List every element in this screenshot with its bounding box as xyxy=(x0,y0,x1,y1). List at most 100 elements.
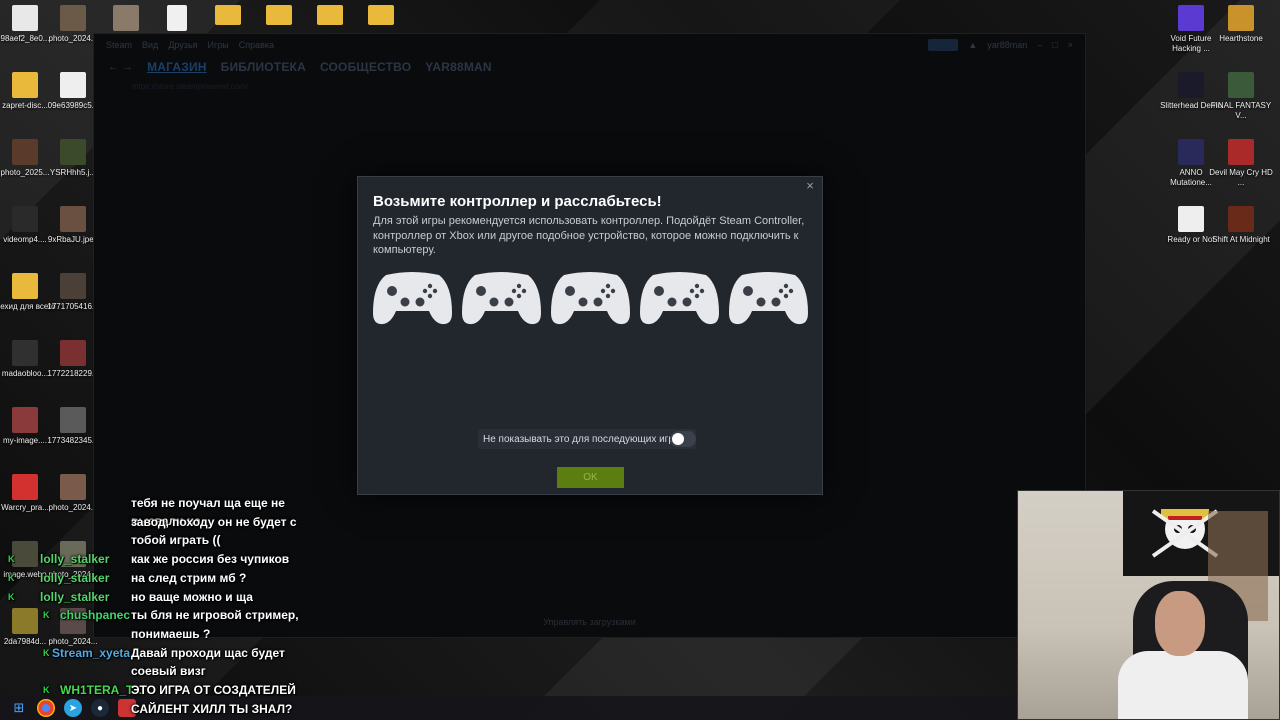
chat-text: ЭТО ИГРА ОТ СОЗДАТЕЛЕЙ xyxy=(131,683,296,697)
chat-text: на след стрим мб ? xyxy=(131,570,247,585)
chat-message: завод, походу он не будет с xyxy=(0,513,330,531)
webcam-feed xyxy=(1017,490,1280,720)
nav-community[interactable]: СООБЩЕСТВО xyxy=(320,60,411,74)
file-thumbnail-icon xyxy=(60,273,86,299)
menu-help[interactable]: Справка xyxy=(239,40,274,50)
minimize-icon[interactable]: – xyxy=(1037,40,1042,50)
nav-store[interactable]: МАГАЗИН xyxy=(147,60,207,74)
chat-text: но ваще можно и ща xyxy=(131,589,253,604)
file-thumbnail-icon xyxy=(60,340,86,366)
game-icon xyxy=(1228,139,1254,165)
chat-text: соевый визг xyxy=(131,664,206,679)
dualshock-controller-icon xyxy=(640,272,719,325)
dialog-description: Для этой игры рекомендуется использовать… xyxy=(373,215,805,256)
game-shortcut[interactable]: FINAL FANTASY V... xyxy=(1209,72,1273,121)
chat-message: тобой играть (( xyxy=(0,531,330,549)
dont-show-again-row: Не показывать это для последующих игр xyxy=(478,429,696,449)
game-shortcut-label: Hearthstone xyxy=(1219,34,1263,43)
xbox-controller-icon xyxy=(373,272,452,325)
file-thumbnail-icon xyxy=(12,273,38,299)
game-shortcut[interactable]: Hearthstone xyxy=(1209,5,1273,44)
file-thumbnail-icon xyxy=(60,206,86,232)
chat-text: ты бля не игровой стример, xyxy=(131,608,299,623)
file-thumbnail-icon xyxy=(12,206,38,232)
file-thumbnail-icon xyxy=(60,139,86,165)
folder-icon[interactable] xyxy=(367,5,395,28)
game-icon xyxy=(1228,5,1254,31)
menu-friends[interactable]: Друзья xyxy=(168,40,197,50)
close-window-icon[interactable]: × xyxy=(1068,40,1073,50)
game-shortcut-label: Shift At Midnight xyxy=(1212,235,1270,244)
game-icon xyxy=(1178,139,1204,165)
dont-show-again-label: Не показывать это для последующих игр xyxy=(483,433,674,445)
file-thumbnail-icon xyxy=(60,407,86,433)
chat-text: завод, походу он не будет с xyxy=(131,514,297,529)
file-thumbnail-icon xyxy=(60,5,86,31)
game-shortcut-label: FINAL FANTASY V... xyxy=(1210,101,1272,120)
chat-message: Klolly_stalker как же россия без чупиков xyxy=(0,550,330,568)
chat-message: соевый визг xyxy=(0,662,330,680)
steam-nav: ← → МАГАЗИН БИБЛИОТЕКА СООБЩЕСТВО YAR88M… xyxy=(94,56,1085,78)
ok-button[interactable]: OK xyxy=(557,467,624,488)
folder-icon[interactable] xyxy=(316,5,344,28)
menu-games[interactable]: Игры xyxy=(208,40,229,50)
dont-show-again-toggle[interactable] xyxy=(670,431,696,447)
folder-icon[interactable] xyxy=(214,5,242,28)
controller-recommendation-dialog: × Возьмите контроллер и расслабьтесь! Дл… xyxy=(357,176,823,495)
game-shortcut[interactable]: Shift At Midnight xyxy=(1209,206,1273,245)
file-thumbnail-icon xyxy=(12,407,38,433)
steam-controller-icon xyxy=(551,272,630,325)
maximize-icon[interactable]: □ xyxy=(1052,40,1057,50)
dualsense-controller-icon xyxy=(462,272,541,325)
chat-username[interactable]: lolly_stalker xyxy=(40,588,109,606)
chat-message: тебя не поучал ща еще не вызвали на xyxy=(0,494,330,528)
chat-username[interactable]: chushpanec xyxy=(60,606,130,624)
file-thumbnail-icon xyxy=(12,139,38,165)
chat-text: Давай проходи щас будет xyxy=(131,645,285,660)
kick-badge-icon: K xyxy=(43,685,50,695)
menu-steam[interactable]: Steam xyxy=(106,40,132,50)
announcement-button[interactable] xyxy=(928,39,959,51)
streamer-body xyxy=(1118,651,1248,719)
chat-text: САЙЛЕНТ ХИЛЛ ТЫ ЗНАЛ? xyxy=(131,701,293,716)
game-icon xyxy=(1228,72,1254,98)
file-thumbnail-icon xyxy=(12,72,38,98)
chat-text: тобой играть (( xyxy=(131,533,221,548)
desktop-icon[interactable] xyxy=(112,5,140,34)
close-icon[interactable]: × xyxy=(803,179,817,193)
kick-badge-icon: K xyxy=(43,610,50,621)
chat-username[interactable]: lolly_stalker xyxy=(40,550,109,568)
bell-icon[interactable]: ▲ xyxy=(968,40,977,50)
game-shortcut[interactable]: Devil May Cry HD ... xyxy=(1209,139,1273,188)
dialog-title: Возьмите контроллер и расслабьтесь! xyxy=(373,193,662,210)
chat-message: Klolly_stalker но ваще можно и ща xyxy=(0,588,330,606)
kick-badge-icon: K xyxy=(8,572,15,583)
chat-text: как же россия без чупиков xyxy=(131,552,290,567)
chat-username[interactable]: WH1TERA_T... xyxy=(60,681,142,699)
toggle-knob xyxy=(672,433,684,445)
game-icon xyxy=(1178,5,1204,31)
game-icon xyxy=(1178,72,1204,98)
chat-message: Kchushpanec ты бля не игровой стример, xyxy=(0,606,330,624)
back-forward-icons[interactable]: ← → xyxy=(108,61,133,73)
chat-message: K Stream_xyeta Давай проходи щас будет xyxy=(0,644,330,662)
chat-username[interactable]: Stream_xyeta xyxy=(52,644,130,662)
file-thumbnail-icon xyxy=(12,340,38,366)
menu-view[interactable]: Вид xyxy=(142,40,158,50)
kick-badge-icon: K xyxy=(8,591,15,602)
controller-icons xyxy=(372,269,809,327)
url-bar[interactable]: https://store.steampowered.com/ xyxy=(132,78,1085,94)
desktop-icon[interactable] xyxy=(163,5,191,34)
game-icon xyxy=(1178,206,1204,232)
chat-message: K WH1TERA_T... ЭТО ИГРА ОТ СОЗДАТЕЛЕЙ xyxy=(0,681,330,699)
nav-profile[interactable]: YAR88MAN xyxy=(425,60,492,74)
user-name[interactable]: yar88man xyxy=(987,40,1027,50)
chat-username[interactable]: lolly_stalker xyxy=(40,569,109,587)
folder-icon[interactable] xyxy=(265,5,293,28)
nav-library[interactable]: БИБЛИОТЕКА xyxy=(221,60,306,74)
file-thumbnail-icon xyxy=(60,72,86,98)
switch-pro-controller-icon xyxy=(729,272,808,325)
kick-badge-icon: K xyxy=(8,554,15,565)
game-shortcut-label: Devil May Cry HD ... xyxy=(1209,168,1273,187)
chat-message: САЙЛЕНТ ХИЛЛ ТЫ ЗНАЛ? xyxy=(0,700,330,718)
